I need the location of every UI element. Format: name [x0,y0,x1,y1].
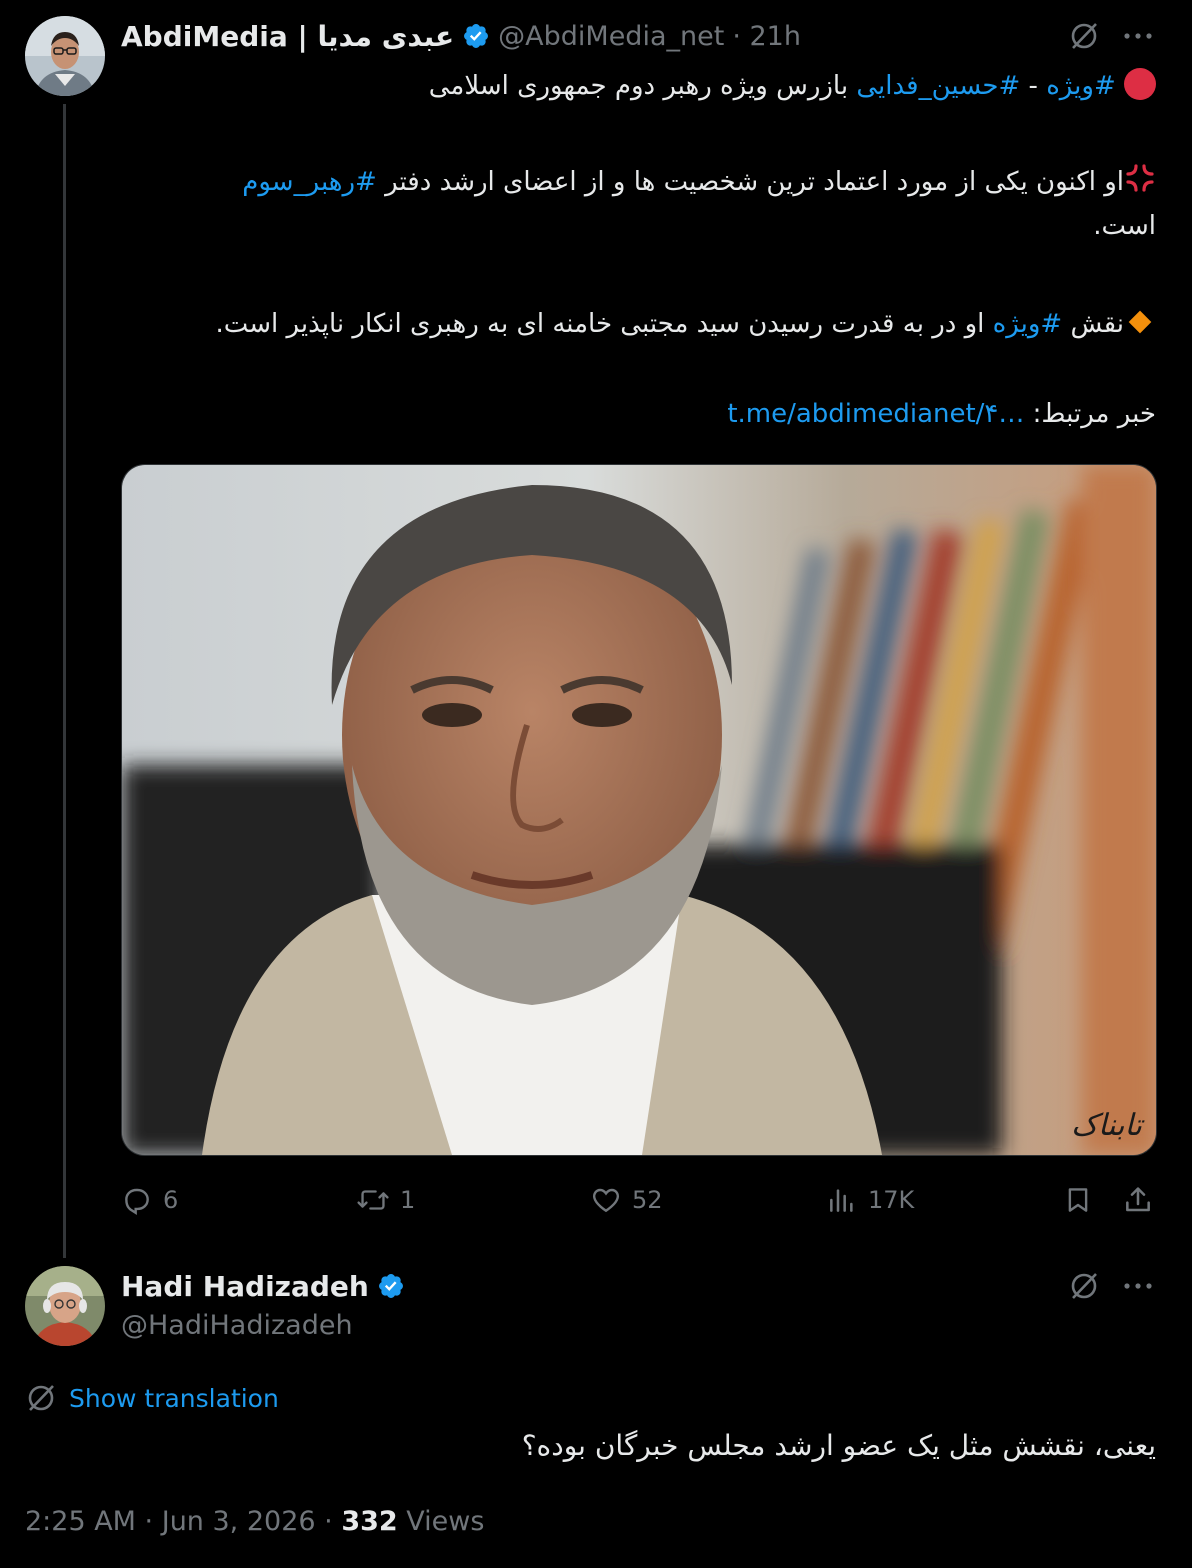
thread-connector-line [63,104,66,1258]
author-avatar[interactable] [25,16,105,96]
like-count: 52 [632,1186,663,1214]
tweet-text-line-1: #ویژه - #حسین_فدایی بازرس ویژه رهبر دوم … [429,66,1156,106]
reply-views-label: Views [397,1506,485,1537]
tweet-text: نقش [1062,309,1124,339]
red-circle-emoji [1124,68,1156,100]
verified-badge-icon [377,1272,405,1300]
retweet-icon [356,1184,390,1216]
hashtag-link[interactable]: #ویژه [1046,71,1116,101]
reply-author-name[interactable]: Hadi Hadizadeh [121,1270,369,1303]
tweet-text-line-5: خبر مرتبط: t.me/abdimedianet/۴… [727,394,1156,434]
author-handle[interactable]: @AbdiMedia_net [498,21,724,52]
grok-icon[interactable] [1066,18,1102,54]
author-name[interactable]: AbdiMedia | عبدی مدیا [121,20,454,53]
orange-diamond-emoji [1128,310,1152,334]
more-icon[interactable] [1120,1268,1156,1304]
tweet-media-image[interactable]: تابناک [121,464,1157,1156]
reply-timestamp[interactable]: 2:25 AM · Jun 3, 2026 · [25,1506,341,1537]
like-icon [590,1184,622,1216]
tweet-text: او در به قدرت رسیدن سید مجتبی خامنه ای ب… [215,309,993,339]
show-translation-label: Show translation [69,1383,279,1413]
like-button[interactable]: 52 [590,1182,663,1218]
reply-text: یعنی، نقشش مثل یک عضو ارشد مجلس خبرگان ب… [521,1429,1156,1462]
reply-views-count: 332 [341,1506,398,1537]
tweet-text: خبر مرتبط: [1024,399,1156,429]
tweet-text: بازرس ویژه رهبر دوم جمهوری اسلامی [428,71,857,101]
external-link[interactable]: t.me/abdimedianet/۴… [727,399,1024,429]
reply-button[interactable]: 6 [121,1182,178,1218]
hashtag-link[interactable]: #رهبر_سوم [242,167,377,197]
media-watermark: تابناک [1071,1108,1145,1143]
translate-icon [25,1382,57,1414]
hashtag-link[interactable]: #حسین_فدایی [856,71,1020,101]
show-translation-button[interactable]: Show translation [25,1378,279,1418]
reply-header: Hadi Hadizadeh [121,1266,405,1306]
anger-emoji [1124,162,1156,194]
reply-icon [121,1184,153,1216]
retweet-count: 1 [400,1186,416,1214]
tweet-time[interactable]: · 21h [732,21,801,52]
reply-author-handle[interactable]: @HadiHadizadeh [121,1306,353,1346]
verified-badge-icon [462,22,490,50]
views-button[interactable]: 17K [826,1182,914,1218]
bookmark-icon[interactable] [1060,1182,1096,1218]
separator-text: - [1020,71,1047,101]
tweet-text-line-4: نقش #ویژه او در به قدرت رسیدن سید مجتبی … [215,304,1156,344]
tweet-text-line-3: است. [1093,211,1156,241]
reply-count: 6 [163,1186,179,1214]
views-icon [826,1184,858,1216]
share-icon[interactable] [1120,1182,1156,1218]
grok-icon[interactable] [1066,1268,1102,1304]
tweet-header: AbdiMedia | عبدی مدیا @AbdiMedia_net · 2… [121,16,801,56]
reply-timestamp-line: 2:25 AM · Jun 3, 2026 · 332 Views [25,1500,484,1544]
views-count: 17K [868,1186,915,1214]
retweet-button[interactable]: 1 [356,1182,415,1218]
more-icon[interactable] [1120,18,1156,54]
hashtag-link[interactable]: #ویژه [993,309,1063,339]
tweet-text: او اکنون یکی از مورد اعتماد ترین شخصیت ه… [376,167,1124,197]
reply-author-avatar[interactable] [25,1266,105,1346]
tweet-text-line-2: او اکنون یکی از مورد اعتماد ترین شخصیت ه… [242,162,1156,202]
